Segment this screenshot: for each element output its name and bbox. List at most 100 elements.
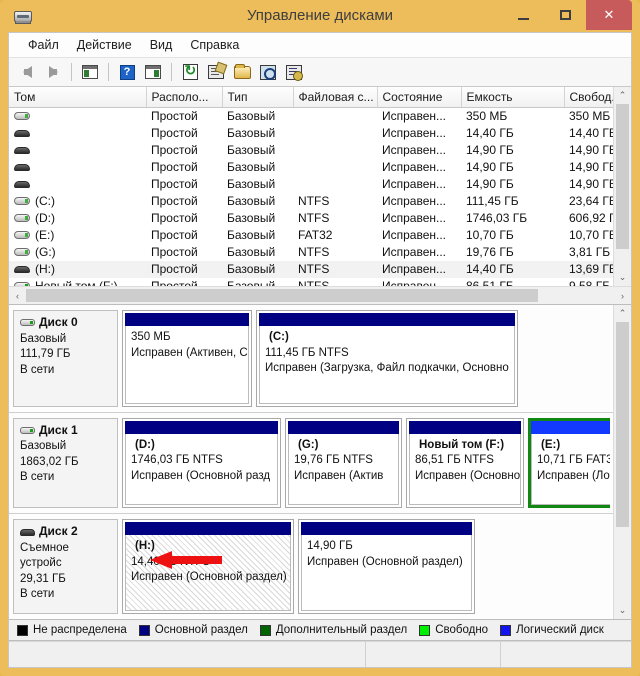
scroll-down-icon[interactable]: ⌄: [614, 269, 631, 286]
open-icon[interactable]: [230, 60, 254, 84]
disk-info-2[interactable]: Диск 2 Съемное устройс 29,31 ГБ В сети: [13, 519, 118, 614]
volume-label: (G:): [35, 245, 56, 259]
explore-icon[interactable]: [256, 60, 280, 84]
partition-status: Исправен (Загрузка, Файл подкачки, Основ…: [265, 362, 509, 374]
cell-type: Базовый: [227, 143, 276, 157]
partition-color-bar: [125, 522, 291, 536]
scrollbar-track[interactable]: [614, 104, 631, 269]
partition-strip: (H:) 14,40 ГБ NTFS Исправен (Основной разд…: [122, 519, 610, 614]
scroll-left-icon[interactable]: ‹: [9, 287, 26, 304]
partition-status: Исправен (Основной разд: [131, 469, 271, 482]
disk-info-0[interactable]: Диск 0 Базовый 111,79 ГБ В сети: [13, 310, 118, 407]
cell-status: Исправен...: [382, 126, 447, 140]
volume-label: Новый том (F:): [35, 279, 118, 286]
removable-disk-icon: [14, 263, 30, 275]
scroll-up-icon[interactable]: ⌃: [614, 87, 631, 104]
status-bar: [9, 641, 631, 667]
partition-block[interactable]: 14,90 ГБ Исправен (Основной раздел): [298, 519, 475, 614]
volume-label: (D:): [35, 211, 55, 225]
table-row[interactable]: (H:) Простой Базовый NTFS Исправен... 14,40 Г…: [9, 260, 613, 278]
menu-view[interactable]: Вид: [141, 35, 182, 55]
legend-label: Не распределена: [33, 624, 127, 636]
column-header-status[interactable]: Состояние: [377, 87, 462, 108]
table-row[interactable]: Простой Базовый Исправен... 350 МБ 350 МБ: [9, 108, 613, 125]
cell-status: Исправен...: [382, 245, 447, 259]
disk-row: Диск 1 Базовый 1863,02 ГБ В сети (D:) 1746,03…: [9, 413, 613, 515]
toolbar-separator: [171, 63, 172, 81]
scrollbar-track[interactable]: [26, 287, 614, 304]
show-hide-console-tree-icon[interactable]: [78, 60, 102, 84]
cell-type: Базовый: [227, 194, 276, 208]
column-header-type[interactable]: Тип: [222, 87, 294, 108]
table-row[interactable]: Простой Базовый Исправен... 14,90 ГБ 14,90 Г…: [9, 176, 613, 193]
scrollbar-track[interactable]: [614, 322, 631, 602]
table-row[interactable]: (G:) Простой Базовый NTFS Исправен... 19,76 Г…: [9, 244, 613, 261]
help-icon[interactable]: ?: [115, 60, 139, 84]
disk-state: В сети: [20, 363, 55, 376]
volume-list-horizontal-scrollbar[interactable]: ‹ ›: [9, 286, 631, 304]
graphical-view-pane: Диск 0 Базовый 111,79 ГБ В сети 350 МБ Исправ…: [9, 305, 631, 619]
scroll-up-icon[interactable]: ⌃: [614, 305, 631, 322]
cell-filesystem: FAT32: [298, 228, 333, 242]
scrollbar-thumb[interactable]: [26, 289, 538, 302]
partition-details: (E:) 10,71 ГБ FAT32 Исправен (Лог: [531, 433, 610, 506]
forward-arrow-icon[interactable]: [41, 60, 65, 84]
column-header-capacity[interactable]: Емкость: [461, 87, 565, 108]
scrollbar-thumb[interactable]: [616, 104, 629, 249]
toolbar-separator: [71, 63, 72, 81]
advanced-icon[interactable]: [282, 60, 306, 84]
column-header-filesystem[interactable]: Файловая с...: [293, 87, 378, 108]
disk-row: Диск 2 Съемное устройс 29,31 ГБ В сети (H:) 1…: [9, 514, 613, 619]
partition-block[interactable]: (G:) 19,76 ГБ NTFS Исправен (Актив: [285, 417, 402, 509]
column-header-layout[interactable]: Располо...: [146, 87, 223, 108]
partition-block[interactable]: (D:) 1746,03 ГБ NTFS Исправен (Основной ра…: [122, 417, 281, 509]
partition-block[interactable]: Новый том (F:) 86,51 ГБ NTFS Исправен (Осн…: [406, 417, 524, 509]
menu-help[interactable]: Справка: [181, 35, 248, 55]
table-row[interactable]: (E:) Простой Базовый FAT32 Исправен... 10,70 …: [9, 227, 613, 244]
refresh-icon[interactable]: [178, 60, 202, 84]
cell-volume: (G:): [9, 244, 146, 261]
table-row[interactable]: (D:) Простой Базовый NTFS Исправен... 1746,03…: [9, 210, 613, 227]
table-row[interactable]: Новый том (F:) Простой Базовый NTFS Исправен…: [9, 278, 613, 286]
table-row[interactable]: Простой Базовый Исправен... 14,90 ГБ 14,90 Г…: [9, 142, 613, 159]
minimize-button[interactable]: [502, 0, 544, 30]
cell-layout: Простой: [151, 194, 198, 208]
removable-disk-icon: [14, 161, 30, 173]
disk-type: Съемное устройс: [20, 541, 69, 570]
maximize-button[interactable]: [544, 0, 586, 30]
partition-block[interactable]: (C:) 111,45 ГБ NTFS Исправен (Загрузка, Фа…: [256, 310, 518, 407]
properties-icon[interactable]: [204, 60, 228, 84]
partition-block[interactable]: (H:) 14,40 ГБ NTFS Исправен (Основной разд…: [122, 519, 294, 614]
menu-action[interactable]: Действие: [68, 35, 141, 55]
cell-status: Исправен...: [382, 109, 447, 124]
cell-capacity: 86,51 ГБ: [466, 279, 514, 286]
table-row[interactable]: (C:) Простой Базовый NTFS Исправен... 111,45 …: [9, 193, 613, 210]
volume-table-body: Простой Базовый Исправен... 350 МБ 350 МБ Про…: [9, 108, 613, 286]
disk-name-row: Диск 2: [20, 524, 111, 540]
column-header-volume[interactable]: Том: [9, 87, 147, 108]
disk-info-1[interactable]: Диск 1 Базовый 1863,02 ГБ В сети: [13, 417, 118, 509]
partition-size-fs: 350 МБ: [131, 331, 171, 343]
back-arrow-icon[interactable]: [15, 60, 39, 84]
scrollbar-thumb[interactable]: [616, 322, 629, 527]
partition-size-fs: 111,45 ГБ NTFS: [265, 346, 349, 359]
graphical-view-vertical-scrollbar[interactable]: ⌃ ⌄: [613, 305, 631, 619]
partition-block[interactable]: (E:) 10,71 ГБ FAT32 Исправен (Лог: [528, 417, 610, 509]
volume-list-vertical-scrollbar[interactable]: ⌃ ⌄: [613, 87, 631, 286]
table-row[interactable]: Простой Базовый Исправен... 14,90 ГБ 14,90 Г…: [9, 159, 613, 176]
partition-details: 350 МБ Исправен (Активен, С: [125, 326, 249, 404]
disk-name: Диск 1: [39, 422, 78, 437]
partition-strip: 350 МБ Исправен (Активен, С (C:) 111,45 ГБ …: [122, 310, 610, 407]
table-row[interactable]: Простой Базовый Исправен... 14,40 ГБ 14,40 Г…: [9, 125, 613, 142]
partition-color-bar: [125, 420, 278, 434]
scroll-right-icon[interactable]: ›: [614, 287, 631, 304]
hard-disk-icon: [14, 195, 30, 207]
menu-file[interactable]: Файл: [19, 35, 68, 55]
cell-free: 13,69 ГБ: [564, 260, 613, 278]
partition-block[interactable]: 350 МБ Исправен (Активен, С: [122, 310, 252, 407]
show-hide-action-pane-icon[interactable]: [141, 60, 165, 84]
legend-swatch: [138, 624, 150, 636]
column-header-free[interactable]: Свобод...: [564, 87, 613, 108]
close-button[interactable]: ✕: [586, 0, 632, 30]
scroll-down-icon[interactable]: ⌄: [614, 602, 631, 619]
